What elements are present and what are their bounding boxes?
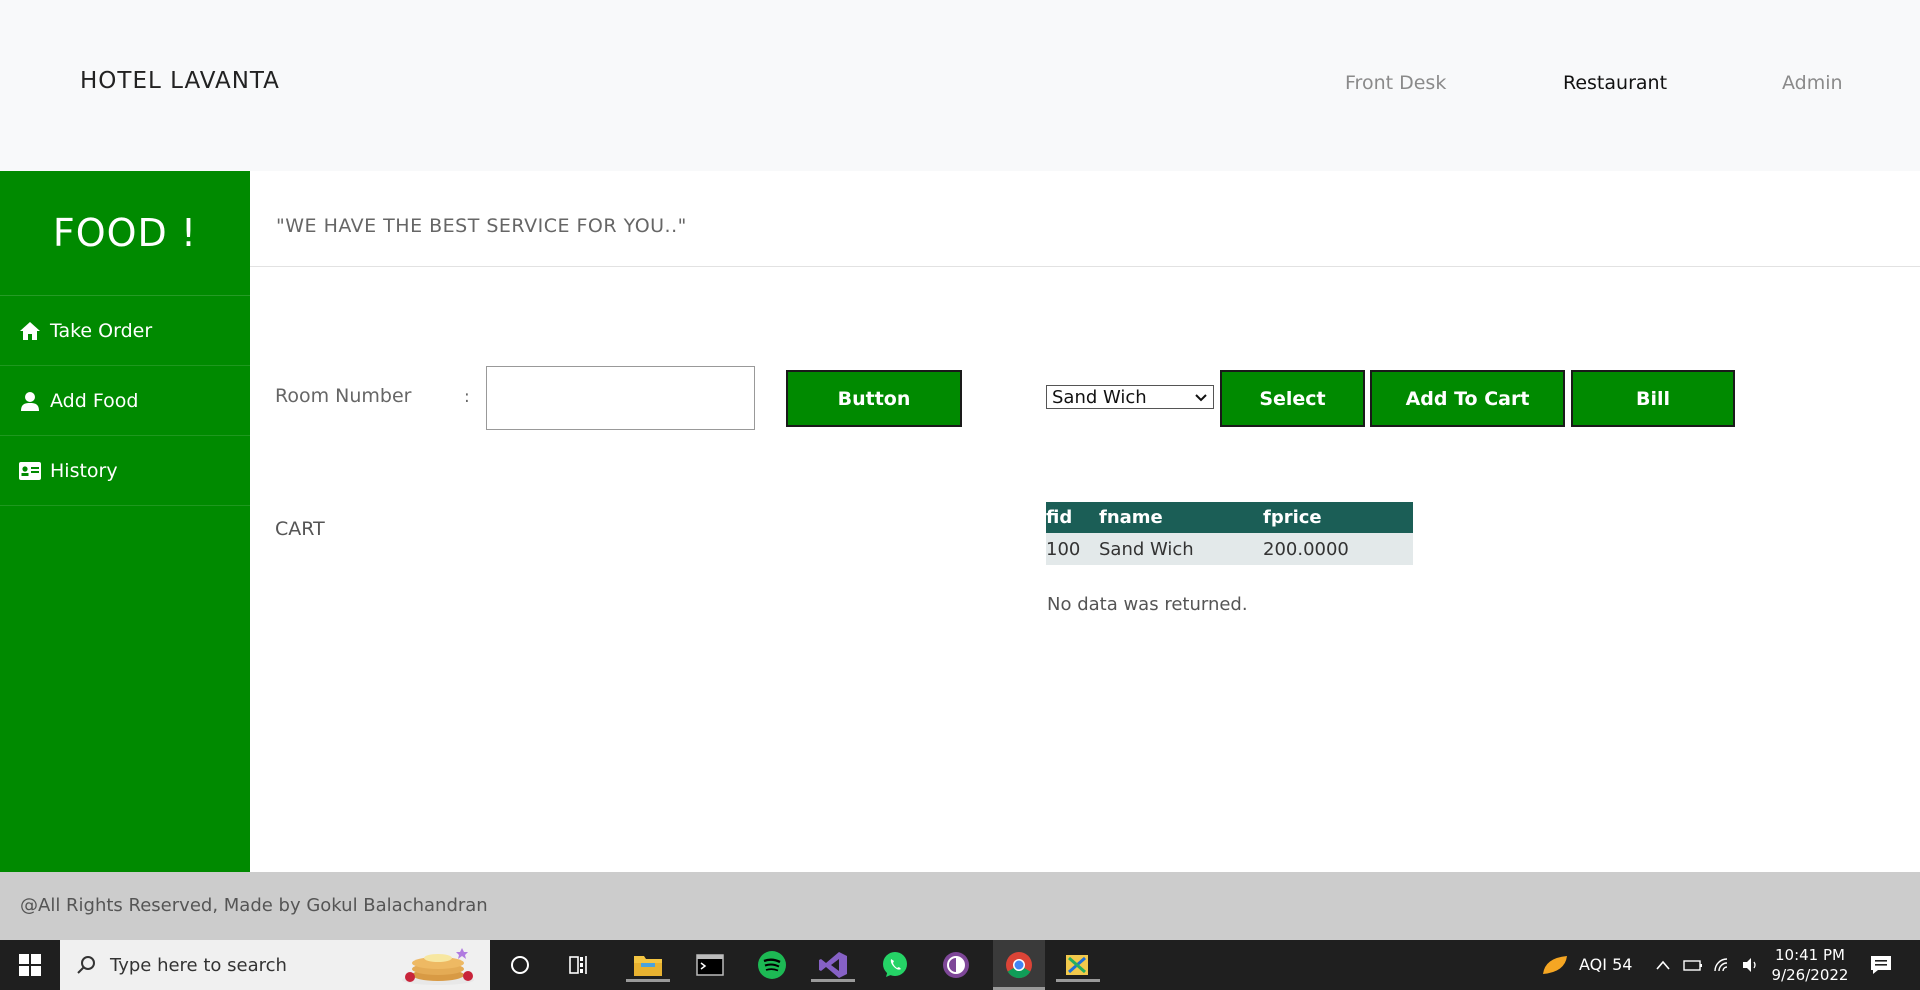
- chevron-up-icon[interactable]: [1650, 948, 1676, 982]
- active-indicator: [1056, 979, 1100, 982]
- food-select-value: Sand Wich: [1052, 386, 1147, 408]
- food-table: fid fname fprice 100 Sand Wich 200.0000: [1046, 502, 1413, 565]
- room-number-input[interactable]: [486, 366, 755, 430]
- task-view-icon[interactable]: [563, 948, 597, 982]
- main-header: "WE HAVE THE BEST SERVICE FOR YOU..": [250, 171, 1920, 267]
- footer-copyright: @All Rights Reserved, Made by Gokul Bala…: [20, 895, 488, 916]
- active-indicator: [811, 979, 855, 982]
- brand-title[interactable]: HOTEL LAVANTA: [80, 68, 280, 94]
- nav-link-admin[interactable]: Admin: [1782, 72, 1843, 94]
- sidebar-title: FOOD !: [52, 211, 198, 255]
- nav-link-front-desk[interactable]: Front Desk: [1345, 72, 1446, 94]
- add-to-cart-button[interactable]: Add To Cart: [1370, 370, 1565, 427]
- taskbar-clock[interactable]: 10:41 PM 9/26/2022: [1770, 945, 1850, 985]
- clock-time: 10:41 PM: [1775, 946, 1845, 964]
- user-icon: [18, 389, 42, 413]
- cell-fname: Sand Wich: [1099, 533, 1263, 565]
- home-icon: [18, 319, 42, 343]
- sidebar-item-label: Add Food: [50, 389, 139, 412]
- cell-fprice: 200.0000: [1263, 533, 1413, 565]
- column-header-fname: fname: [1099, 502, 1263, 533]
- id-card-icon: [18, 459, 42, 483]
- empty-state-text: No data was returned.: [1047, 594, 1248, 615]
- visual-studio-icon[interactable]: [811, 948, 855, 982]
- cart-label: CART: [275, 518, 325, 540]
- wifi-icon[interactable]: [1710, 948, 1736, 982]
- tagline: "WE HAVE THE BEST SERVICE FOR YOU..": [276, 215, 687, 237]
- search-placeholder: Type here to search: [110, 954, 287, 976]
- clock-date: 9/26/2022: [1771, 966, 1849, 984]
- submit-button[interactable]: Button: [786, 370, 962, 427]
- search-icon: [77, 956, 95, 974]
- snipping-tool-icon[interactable]: [1056, 948, 1100, 982]
- top-navbar: HOTEL LAVANTA Front Desk Restaurant Admi…: [0, 0, 1920, 171]
- pancake-decoration-icon: [402, 948, 474, 985]
- tor-browser-icon[interactable]: [934, 948, 978, 982]
- sidebar-item-add-food[interactable]: Add Food: [0, 366, 250, 436]
- taskbar-search[interactable]: Type here to search: [60, 940, 490, 990]
- chevron-down-icon: [1195, 394, 1207, 402]
- room-number-label: Room Number: [275, 385, 412, 407]
- weather-leaf-icon[interactable]: [1538, 948, 1572, 982]
- footer: @All Rights Reserved, Made by Gokul Bala…: [0, 872, 1920, 940]
- volume-icon[interactable]: [1738, 948, 1764, 982]
- spotify-icon[interactable]: [750, 948, 794, 982]
- sidebar-item-take-order[interactable]: Take Order: [0, 296, 250, 366]
- notification-icon[interactable]: [1864, 948, 1898, 982]
- table-header-row: fid fname fprice: [1046, 502, 1413, 533]
- nav-link-restaurant[interactable]: Restaurant: [1563, 72, 1667, 94]
- aqi-indicator[interactable]: AQI 54: [1579, 955, 1632, 974]
- active-indicator: [626, 979, 670, 982]
- cortana-icon[interactable]: [503, 948, 537, 982]
- sidebar-item-history[interactable]: History: [0, 436, 250, 506]
- terminal-icon[interactable]: [688, 948, 732, 982]
- chrome-icon[interactable]: [993, 940, 1045, 990]
- column-header-fprice: fprice: [1263, 502, 1413, 533]
- file-explorer-icon[interactable]: [626, 948, 670, 982]
- bill-button[interactable]: Bill: [1571, 370, 1735, 427]
- sidebar-item-label: History: [50, 459, 118, 482]
- battery-icon[interactable]: [1680, 948, 1706, 982]
- sidebar: FOOD ! Take Order Add Food History: [0, 171, 250, 872]
- windows-start-icon[interactable]: [0, 940, 60, 990]
- column-header-fid: fid: [1046, 502, 1099, 533]
- select-button[interactable]: Select: [1220, 370, 1365, 427]
- cell-fid: 100: [1046, 533, 1099, 565]
- table-row: 100 Sand Wich 200.0000: [1046, 533, 1413, 565]
- colon-separator: :: [464, 387, 470, 407]
- whatsapp-icon[interactable]: [873, 948, 917, 982]
- windows-taskbar: Type here to search AQI 54 10:41 PM 9/26…: [0, 940, 1920, 990]
- sidebar-item-label: Take Order: [50, 319, 153, 342]
- food-select[interactable]: Sand Wich: [1046, 385, 1214, 409]
